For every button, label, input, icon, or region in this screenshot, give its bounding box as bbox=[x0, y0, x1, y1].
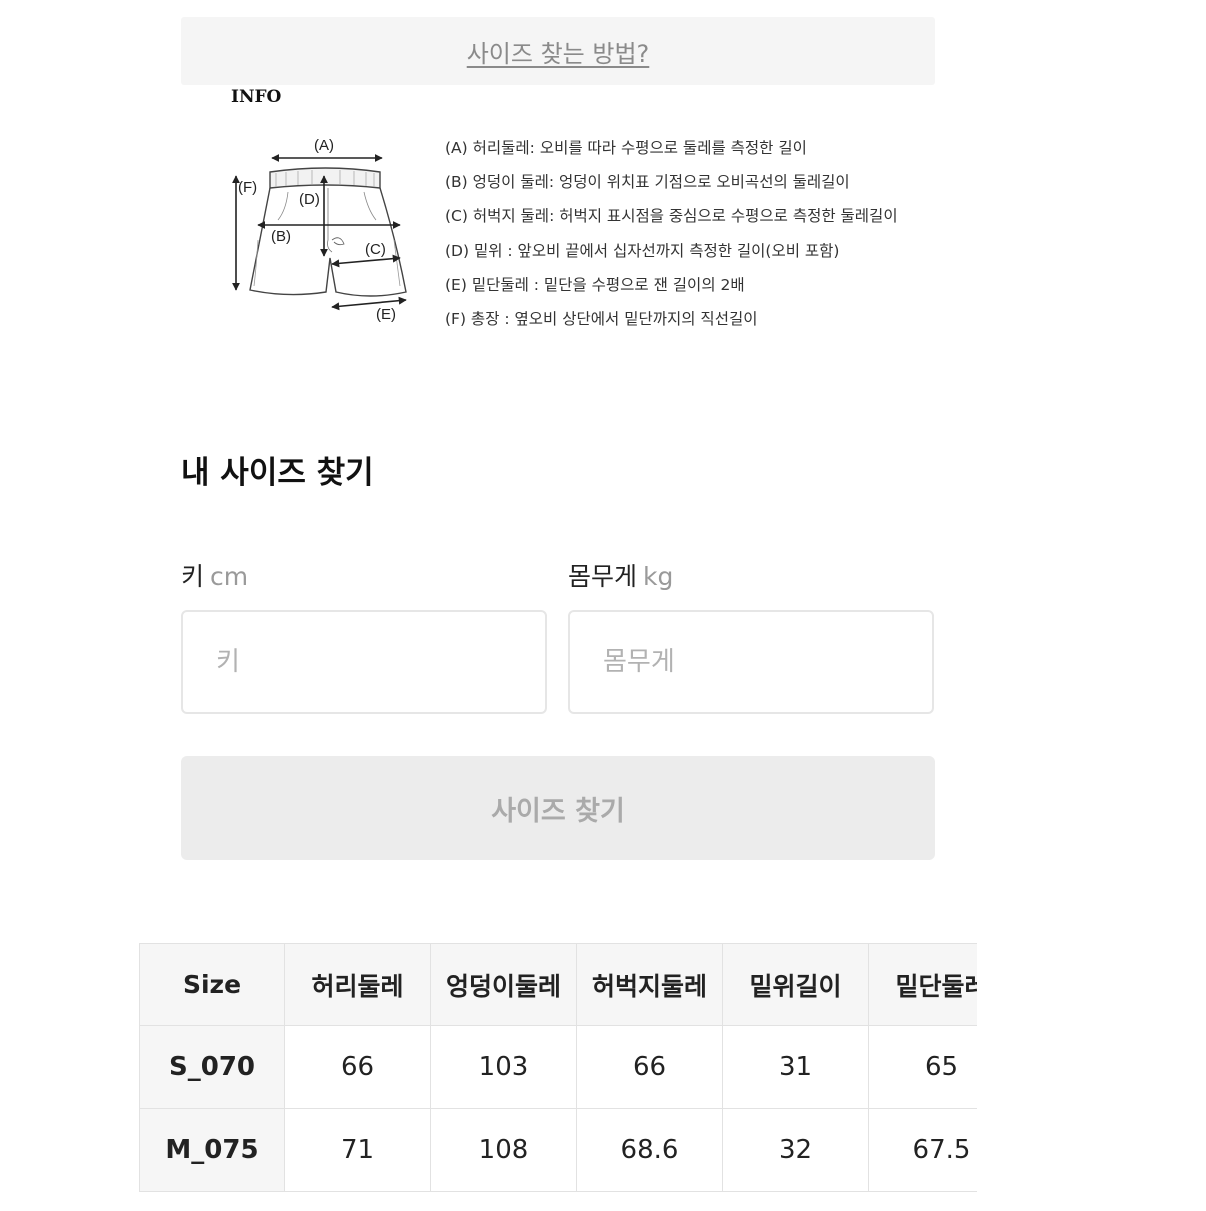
height-unit: cm bbox=[210, 562, 249, 591]
find-size-button[interactable]: 사이즈 찾기 bbox=[181, 756, 935, 860]
column-header: 허벅지둘레 bbox=[576, 943, 723, 1026]
size-guide-bar: 사이즈 찾는 방법? bbox=[181, 17, 935, 85]
height-field[interactable] bbox=[181, 610, 547, 714]
shorts-measurement-diagram: (A) (B) (C) (D) (E) (F) bbox=[232, 137, 407, 323]
size-cell: M_075 bbox=[139, 1108, 285, 1192]
find-my-size-title: 내 사이즈 찾기 bbox=[181, 455, 374, 491]
height-label-text: 키 bbox=[181, 562, 205, 591]
table-cell: 66 bbox=[284, 1025, 431, 1109]
weight-field[interactable] bbox=[568, 610, 934, 714]
label-c: (C) bbox=[365, 241, 386, 258]
label-b: (B) bbox=[271, 228, 291, 245]
weight-unit: kg bbox=[643, 562, 674, 591]
table-cell: 32 bbox=[722, 1108, 869, 1192]
table-row: S_070 66 103 66 31 65 bbox=[139, 1025, 977, 1109]
size-cell: S_070 bbox=[139, 1025, 285, 1109]
label-d: (D) bbox=[299, 191, 320, 208]
measurement-legend: (A) 허리둘레: 오비를 따라 수평으로 둘레를 측정한 길이 (B) 엉덩이… bbox=[445, 136, 898, 341]
size-table: Size 허리둘레 엉덩이둘레 허벅지둘레 밑위길이 밑단둘레 총장 S_070… bbox=[139, 943, 977, 1192]
table-cell: 68.6 bbox=[576, 1108, 723, 1192]
label-e: (E) bbox=[376, 306, 396, 323]
column-header: 밑단둘레 bbox=[868, 943, 977, 1026]
table-row: M_075 71 108 68.6 32 67.5 bbox=[139, 1108, 977, 1192]
weight-input[interactable] bbox=[570, 612, 932, 712]
table-cell: 31 bbox=[722, 1025, 869, 1109]
thigh-arrow bbox=[331, 254, 401, 268]
weight-label: 몸무게 kg bbox=[568, 557, 673, 593]
table-header-row: Size 허리둘레 엉덩이둘레 허벅지둘레 밑위길이 밑단둘레 총장 bbox=[139, 943, 977, 1026]
table-cell: 65 bbox=[868, 1025, 977, 1109]
legend-item: (E) 밑단둘레 : 밑단을 수평으로 잰 길이의 2배 bbox=[445, 275, 745, 294]
info-title: INFO bbox=[231, 87, 282, 107]
legend-item: (C) 허벅지 둘레: 허벅지 표시점을 중심으로 수평으로 측정한 둘레길이 bbox=[445, 207, 898, 226]
legend-item: (D) 밑위 : 앞오비 끝에서 십자선까지 측정한 길이(오비 포함) bbox=[445, 241, 840, 260]
legend-item: (A) 허리둘레: 오비를 따라 수평으로 둘레를 측정한 길이 bbox=[445, 139, 807, 157]
how-to-find-size-link[interactable]: 사이즈 찾는 방법? bbox=[467, 34, 650, 69]
legend-item: (F) 총장 : 옆오비 상단에서 밑단까지의 직선길이 bbox=[445, 309, 758, 328]
table-cell: 108 bbox=[430, 1108, 577, 1192]
table-cell: 67.5 bbox=[868, 1108, 977, 1192]
label-f: (F) bbox=[238, 179, 257, 196]
size-table-container[interactable]: Size 허리둘레 엉덩이둘레 허벅지둘레 밑위길이 밑단둘레 총장 S_070… bbox=[139, 943, 977, 1193]
column-header: 엉덩이둘레 bbox=[430, 943, 577, 1026]
column-header: Size bbox=[139, 943, 285, 1026]
table-cell: 71 bbox=[284, 1108, 431, 1192]
legend-item: (B) 엉덩이 둘레: 엉덩이 위치표 기점으로 오비곡선의 둘레길이 bbox=[445, 173, 850, 192]
weight-label-text: 몸무게 bbox=[568, 562, 638, 591]
column-header: 밑위길이 bbox=[722, 943, 869, 1026]
table-cell: 103 bbox=[430, 1025, 577, 1109]
table-cell: 66 bbox=[576, 1025, 723, 1109]
height-input[interactable] bbox=[183, 612, 545, 712]
column-header: 허리둘레 bbox=[284, 943, 431, 1026]
label-a: (A) bbox=[314, 137, 334, 154]
height-label: 키 cm bbox=[181, 557, 248, 593]
